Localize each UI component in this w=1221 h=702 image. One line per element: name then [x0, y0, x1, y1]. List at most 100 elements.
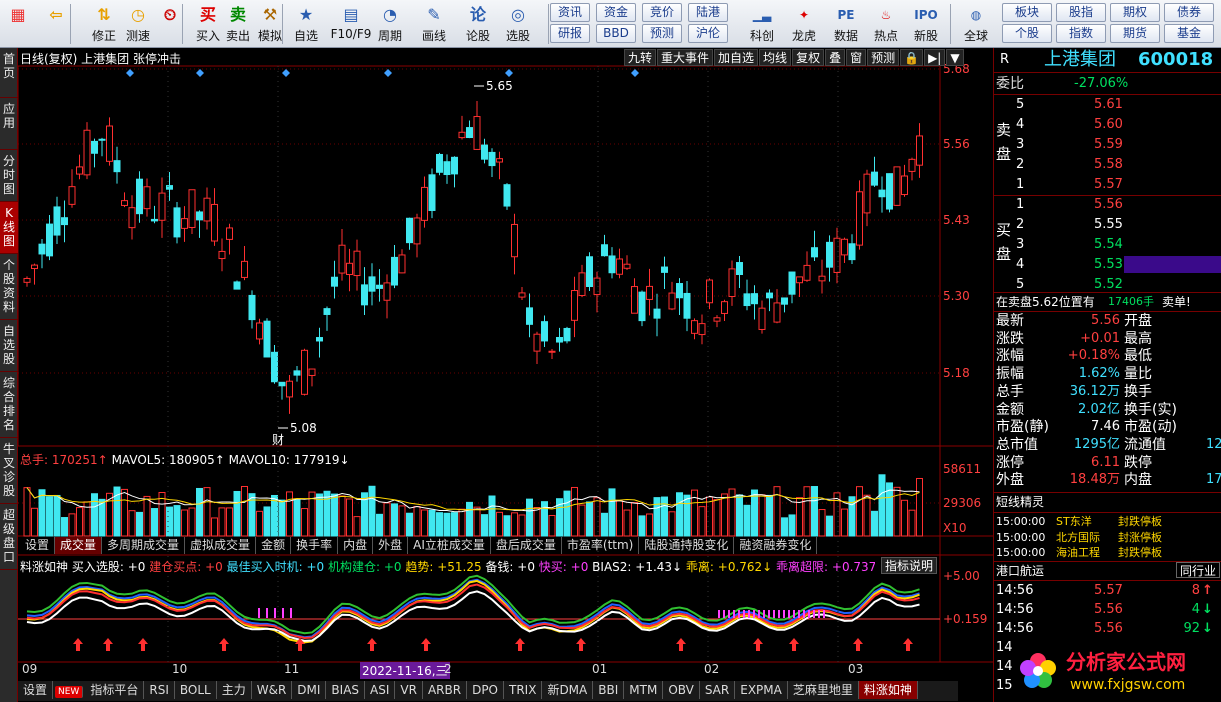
vol-tab-12[interactable]: 融资融券变化 — [734, 537, 818, 554]
vol-tab-2[interactable]: 多周期成交量 — [102, 537, 186, 554]
toolbar-button-6[interactable]: 卖卖出 — [222, 2, 254, 46]
bottom-tab-5[interactable]: 主力 — [217, 681, 252, 699]
toolbar-separator — [950, 4, 951, 44]
toolbar-grid-button[interactable]: 沪伦 — [688, 24, 728, 43]
bottom-tab-0[interactable]: 设置 — [18, 681, 54, 699]
toolbar-grid-button[interactable]: 研报 — [550, 24, 590, 43]
bottom-tab-21[interactable]: 料涨如神 — [858, 681, 918, 699]
chart-tool-7[interactable]: 预测 — [867, 49, 900, 66]
toolbar-button-12[interactable]: 论论股 — [462, 2, 494, 46]
toolbar-grid-button[interactable]: 陆港 — [688, 3, 728, 22]
toolbar-grid-button[interactable]: BBD — [596, 24, 636, 43]
chart-tool-5[interactable]: 叠 — [825, 49, 846, 66]
bottom-tab-11[interactable]: ARBR — [423, 681, 468, 699]
bottom-tab-6[interactable]: W&R — [252, 681, 293, 699]
vol-tab-10[interactable]: 市盈率(ttm) — [562, 537, 640, 554]
chart-tool-3[interactable]: 均线 — [759, 49, 792, 66]
vol-tab-9[interactable]: 盘后成交量 — [491, 537, 562, 554]
toolbar-button-11[interactable]: ✎ 画线 — [418, 2, 450, 46]
chart-tool-0[interactable]: 九转 — [624, 49, 657, 66]
toolbar-grid2-button[interactable]: 基金 — [1164, 24, 1214, 43]
sidebar-item-2[interactable]: 分时图 — [0, 150, 18, 202]
peer-tab[interactable]: 同行业 — [1176, 562, 1221, 578]
toolbar2-button-1[interactable]: ✦ 龙虎 — [786, 2, 822, 46]
volume-bar — [706, 496, 713, 537]
toolbar2-button-0[interactable]: ▁▃ 科创 — [744, 2, 780, 46]
toolbar2-button-5[interactable]: ◍ 全球 — [958, 2, 994, 46]
bottom-tab-7[interactable]: DMI — [292, 681, 327, 699]
bottom-tab-9[interactable]: ASI — [365, 681, 396, 699]
bottom-tab-17[interactable]: OBV — [663, 681, 700, 699]
toolbar2-button-2[interactable]: PE 数据 — [828, 2, 864, 46]
vol-tab-7[interactable]: 外盘 — [373, 537, 409, 554]
toolbar-grid-button[interactable]: 资讯 — [550, 3, 590, 22]
bottom-tab-20[interactable]: 芝麻里地里 — [788, 681, 859, 699]
vol-tab-0[interactable]: 设置 — [20, 537, 56, 554]
toolbar-button-8[interactable]: ★ 自选 — [290, 2, 322, 46]
bottom-tab-13[interactable]: TRIX — [504, 681, 543, 699]
kuaimai-bar — [798, 610, 800, 618]
toolbar-grid2-button[interactable]: 期权 — [1110, 3, 1160, 22]
sidebar-item-1[interactable]: 应用 — [0, 98, 18, 150]
toolbar-grid2-button[interactable]: 期货 — [1110, 24, 1160, 43]
vol-tab-11[interactable]: 陆股通持股变化 — [639, 537, 735, 554]
chart-tool-2[interactable]: 加自选 — [714, 49, 759, 66]
bottom-tab-8[interactable]: BIAS — [326, 681, 366, 699]
sell-level: 1 — [1016, 177, 1025, 192]
vol-tab-4[interactable]: 金额 — [256, 537, 292, 554]
chart-tool-1[interactable]: 重大事件 — [657, 49, 714, 66]
bottom-tab-1[interactable]: NEW — [55, 686, 84, 698]
toolbar-grid2-button[interactable]: 指数 — [1056, 24, 1106, 43]
bottom-tab-4[interactable]: BOLL — [175, 681, 217, 699]
stat-label: 金额 — [996, 401, 1024, 418]
toolbar-grid2-button[interactable]: 股指 — [1056, 3, 1106, 22]
toolbar-grid-button[interactable]: 预测 — [642, 24, 682, 43]
chart-tool-9[interactable]: ▶| — [924, 49, 946, 66]
toolbar-button-3[interactable]: ◷ 测速 — [122, 2, 154, 46]
toolbar-button-1[interactable]: ⇦ — [40, 2, 72, 46]
chart-tool-6[interactable]: 窗 — [846, 49, 867, 66]
sidebar-item-0[interactable]: 首页 — [0, 48, 18, 98]
toolbar-grid-button[interactable]: 资金 — [596, 3, 636, 22]
bottom-tab-3[interactable]: RSI — [144, 681, 175, 699]
toolbar-button-10[interactable]: ◔ 周期 — [374, 2, 406, 46]
toolbar-button-9[interactable]: ▤ F10/F9 — [330, 2, 372, 46]
bottom-tab-2[interactable]: 指标平台 — [85, 681, 145, 699]
sidebar-item-4[interactable]: 个股资料 — [0, 254, 18, 320]
toolbar-grid2-button[interactable]: 个股 — [1002, 24, 1052, 43]
sidebar-item-6[interactable]: 综合排名 — [0, 372, 18, 438]
toolbar-button-13[interactable]: ◎ 选股 — [502, 2, 534, 46]
sidebar-item-5[interactable]: 自选股 — [0, 320, 18, 372]
bottom-tab-19[interactable]: EXPMA — [735, 681, 788, 699]
toolbar-grid-button[interactable]: 竞价 — [642, 3, 682, 22]
chart-tool-10[interactable]: ▼ — [946, 49, 964, 66]
bottom-tab-16[interactable]: MTM — [624, 681, 664, 699]
toolbar2-button-3[interactable]: ♨ 热点 — [868, 2, 904, 46]
tick-price: 5.57 — [1094, 583, 1123, 598]
chart-tool-4[interactable]: 复权 — [792, 49, 825, 66]
bottom-tab-15[interactable]: BBI — [593, 681, 625, 699]
toolbar-grid2-button[interactable]: 板块 — [1002, 3, 1052, 22]
indicator-explain-button[interactable]: 指标说明 — [881, 557, 937, 574]
sidebar-item-8[interactable]: 超级盘口 — [0, 504, 18, 570]
chart-tool-8[interactable]: 🔒 — [900, 49, 924, 66]
vol-tab-3[interactable]: 虚拟成交量 — [185, 537, 257, 554]
toolbar-button-label: 自选 — [293, 29, 318, 43]
vol-tab-8[interactable]: AI立桩成交量 — [408, 537, 491, 554]
vol-tab-6[interactable]: 内盘 — [338, 537, 374, 554]
vol-tab-1[interactable]: 成交量 — [55, 537, 103, 554]
toolbar-separator — [182, 4, 183, 44]
bottom-tab-12[interactable]: DPO — [467, 681, 504, 699]
sidebar-item-7[interactable]: 牛叉诊股 — [0, 438, 18, 504]
bottom-tab-18[interactable]: SAR — [700, 681, 736, 699]
toolbar-button-5[interactable]: 买买入 — [192, 2, 224, 46]
alert-stock[interactable]: 海油工程 — [1056, 544, 1100, 562]
bottom-tab-14[interactable]: 新DMA — [542, 681, 594, 699]
toolbar2-button-4[interactable]: IPO 新股 — [908, 2, 944, 46]
sidebar-item-3[interactable]: K线图 — [0, 202, 18, 254]
toolbar-button-2[interactable]: ⇅ 修正 — [88, 2, 120, 46]
vol-tab-5[interactable]: 换手率 — [291, 537, 339, 554]
bottom-tab-10[interactable]: VR — [395, 681, 423, 699]
toolbar-grid2-button[interactable]: 债券 — [1164, 3, 1214, 22]
toolbar-button-0[interactable]: ▦ — [2, 2, 34, 46]
